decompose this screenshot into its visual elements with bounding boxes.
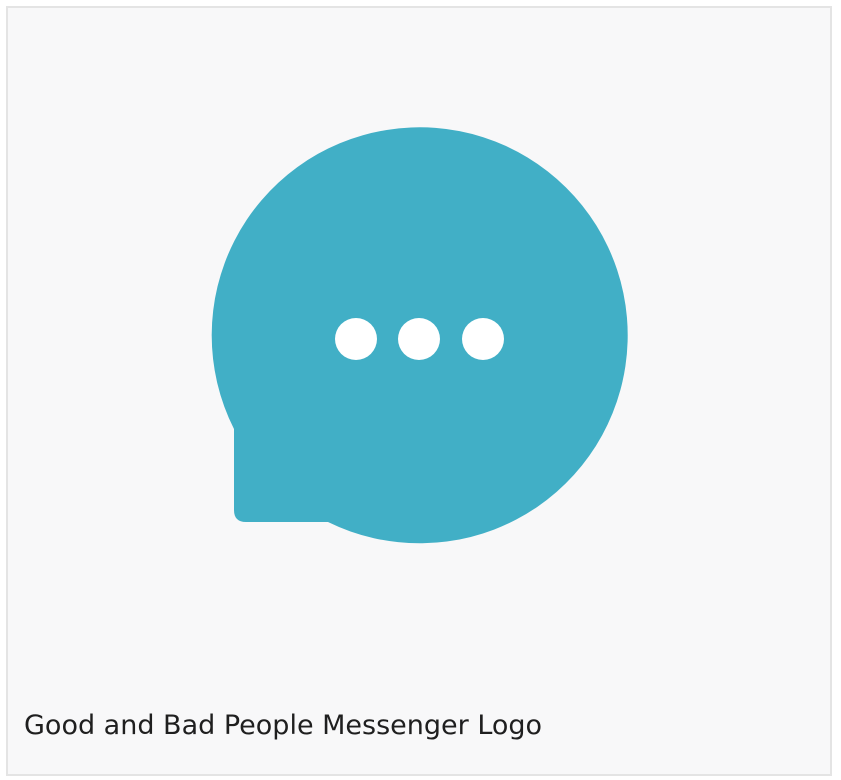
logo-caption: Good and Bad People Messenger Logo (24, 710, 543, 741)
logo-card[interactable]: Good and Bad People Messenger Logo (6, 6, 832, 776)
chat-bubble-ellipsis-icon (211, 127, 628, 544)
ellipsis-dot-middle (398, 318, 440, 360)
logo-image (8, 8, 830, 698)
ellipsis-dot-left (335, 318, 377, 360)
ellipsis-dot-right (462, 318, 504, 360)
